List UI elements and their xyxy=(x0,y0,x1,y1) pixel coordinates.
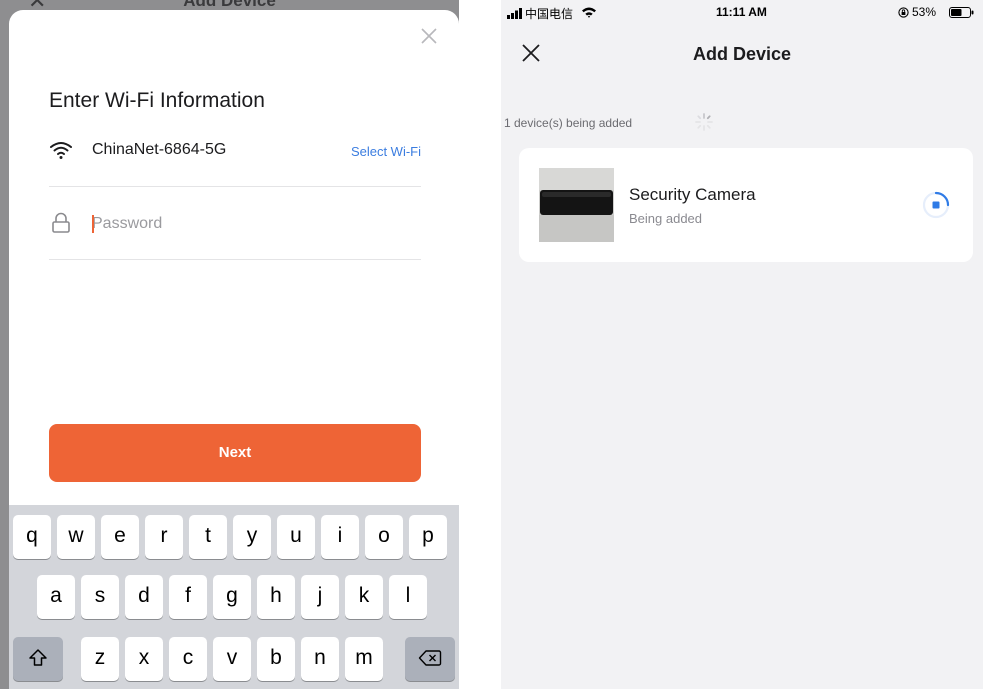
wifi-status-icon xyxy=(582,7,596,18)
key-e[interactable]: e xyxy=(101,515,139,559)
key-s[interactable]: s xyxy=(81,575,119,619)
key-u[interactable]: u xyxy=(277,515,315,559)
password-row xyxy=(49,210,421,246)
device-status: Being added xyxy=(629,211,703,226)
sheet-close-icon[interactable] xyxy=(417,24,441,48)
status-time: 11:11 AM xyxy=(716,5,767,19)
add-device-screen: 中国电信 11:11 AM 53% Add Device 1 device(s)… xyxy=(501,0,983,689)
adding-progress-icon xyxy=(922,191,950,219)
key-w[interactable]: w xyxy=(57,515,95,559)
key-x[interactable]: x xyxy=(125,637,163,681)
key-f[interactable]: f xyxy=(169,575,207,619)
sheet-title: Enter Wi-Fi Information xyxy=(49,89,265,112)
key-r[interactable]: r xyxy=(145,515,183,559)
key-c[interactable]: c xyxy=(169,637,207,681)
wifi-network-name: ChinaNet-6864-5G xyxy=(92,141,227,158)
key-l[interactable]: l xyxy=(389,575,427,619)
key-z[interactable]: z xyxy=(81,637,119,681)
backspace-key[interactable] xyxy=(405,637,455,681)
status-bar: 中国电信 11:11 AM 53% xyxy=(501,0,983,24)
signal-icon xyxy=(507,8,522,19)
select-wifi-link[interactable]: Select Wi-Fi xyxy=(351,144,421,159)
key-q[interactable]: q xyxy=(13,515,51,559)
password-input[interactable] xyxy=(92,210,412,238)
device-name: Security Camera xyxy=(629,185,756,204)
key-h[interactable]: h xyxy=(257,575,295,619)
key-d[interactable]: d xyxy=(125,575,163,619)
battery-icon xyxy=(949,7,974,18)
wifi-sheet: Enter Wi-Fi Information ChinaNet-6864-5G… xyxy=(9,10,459,505)
lock-icon xyxy=(52,212,70,233)
wifi-icon xyxy=(50,142,72,159)
shift-key[interactable] xyxy=(13,637,63,681)
text-caret xyxy=(92,215,94,233)
wifi-info-screen: ✕ Add Device Enter Wi-Fi Information Chi… xyxy=(0,0,459,689)
key-i[interactable]: i xyxy=(321,515,359,559)
wifi-row: ChinaNet-6864-5G Select Wi-Fi xyxy=(49,138,421,186)
key-v[interactable]: v xyxy=(213,637,251,681)
key-b[interactable]: b xyxy=(257,637,295,681)
battery-percent: 53% xyxy=(912,5,937,19)
key-m[interactable]: m xyxy=(345,637,383,681)
device-card[interactable]: Security Camera Being added xyxy=(519,148,973,262)
screenshot-root: ✕ Add Device Enter Wi-Fi Information Chi… xyxy=(0,0,983,689)
shift-icon xyxy=(29,649,47,666)
keyboard: q w e r t y u i o p a s d f g h j k l z … xyxy=(9,505,459,689)
key-j[interactable]: j xyxy=(301,575,339,619)
key-t[interactable]: t xyxy=(189,515,227,559)
page-title: Add Device xyxy=(692,44,792,64)
key-a[interactable]: a xyxy=(37,575,75,619)
key-p[interactable]: p xyxy=(409,515,447,559)
key-o[interactable]: o xyxy=(365,515,403,559)
key-k[interactable]: k xyxy=(345,575,383,619)
carrier-name: 中国电信 xyxy=(525,7,574,21)
loading-spinner-icon xyxy=(695,113,713,131)
device-thumbnail xyxy=(539,168,614,242)
backspace-icon xyxy=(418,650,442,666)
divider xyxy=(49,259,421,260)
key-y[interactable]: y xyxy=(233,515,271,559)
rotation-lock-icon xyxy=(898,7,909,18)
camera-device-image xyxy=(539,168,614,242)
divider xyxy=(49,186,421,187)
key-g[interactable]: g xyxy=(213,575,251,619)
devices-adding-count: 1 device(s) being added xyxy=(504,116,633,130)
next-button[interactable]: Next xyxy=(49,424,421,482)
key-n[interactable]: n xyxy=(301,637,339,681)
